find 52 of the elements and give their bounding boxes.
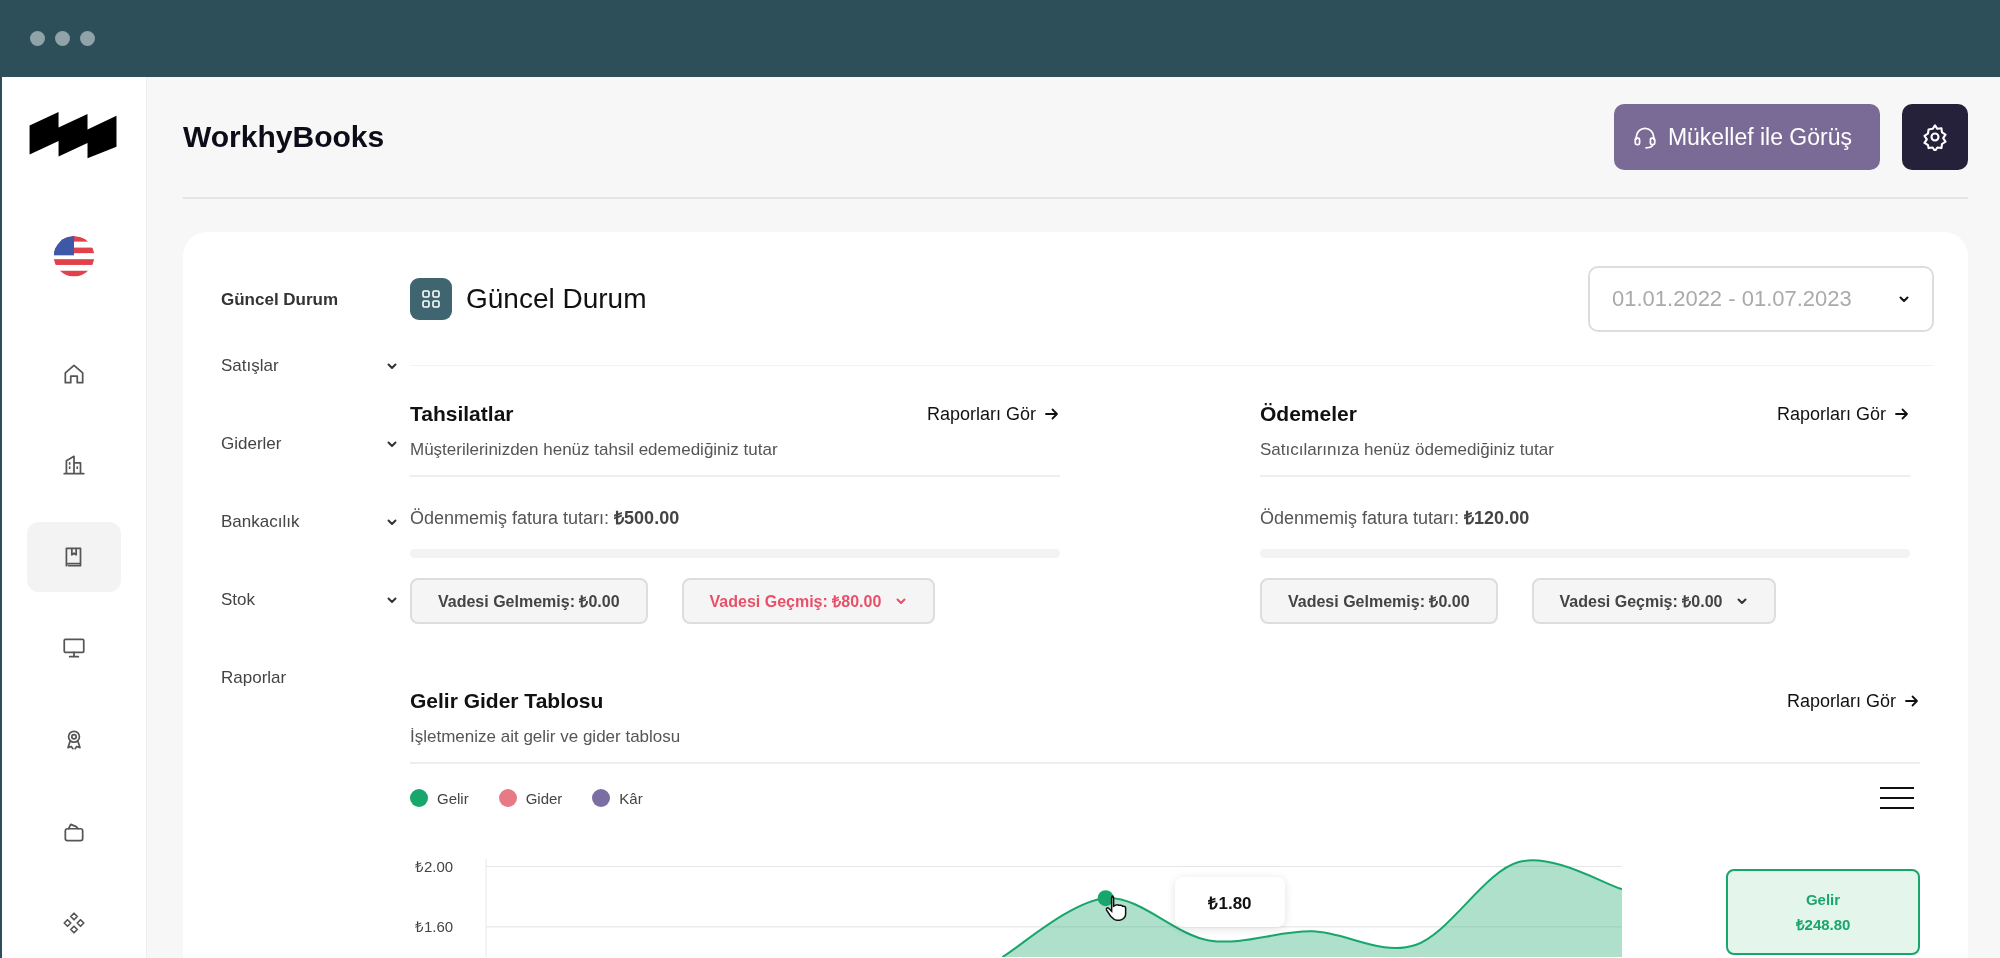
window-dot [30, 31, 45, 46]
hand-cursor-icon [1105, 895, 1127, 921]
flag-icon [53, 236, 95, 277]
reports-link[interactable]: Raporları Gör [1776, 403, 1910, 425]
menu-icon[interactable] [1880, 786, 1914, 810]
window-dot [55, 31, 70, 46]
app-title: WorkhyBooks [183, 120, 386, 154]
due-filter-button[interactable]: Vadesi Gelmemiş: ₺0.00 [1260, 578, 1498, 624]
value-tooltip: ₺1.80 [1175, 877, 1285, 927]
nav-item[interactable]: Raporlar [221, 666, 410, 690]
legend-label: Gelir [437, 789, 469, 807]
section-title: Ödemeler [1260, 402, 1357, 426]
grid-icon [410, 278, 452, 320]
nav-item[interactable]: Satışlar [221, 354, 410, 378]
unpaid-amount: Ödenmemiş fatura tutarı: ₺120.00 [1260, 507, 1531, 529]
window-dot [80, 31, 95, 46]
arrow-right-icon [1894, 406, 1910, 422]
nav-item[interactable]: Bankacılık [221, 510, 410, 534]
reports-link[interactable]: Raporları Gör [926, 403, 1060, 425]
section-subtitle: Müşterilerinizden henüz tahsil edemediğiniz tutar [410, 440, 1060, 477]
summary-value: ₺248.80 [1795, 914, 1851, 934]
chevron-down-icon [386, 594, 398, 606]
section-title: Tahsilatlar [410, 402, 514, 426]
legend-label: Kâr [619, 789, 643, 807]
chevron-down-icon [895, 595, 908, 607]
y-axis-label: ₺1.60 [415, 917, 454, 935]
arrow-right-icon [1044, 406, 1060, 422]
section-title: Gelir Gider Tablosu [410, 689, 604, 713]
chevron-down-icon [1736, 595, 1749, 607]
unpaid-amount: Ödenmemiş fatura tutarı: ₺500.00 [410, 507, 681, 529]
chevron-down-icon [386, 516, 398, 528]
reports-link[interactable]: Raporları Gör [1786, 690, 1920, 712]
section-subtitle: İşletmenize ait gelir ve gider tablosu [410, 727, 1920, 764]
chevron-down-icon [386, 438, 398, 450]
nav-item[interactable]: Güncel Durum [221, 288, 410, 312]
chevron-down-icon [386, 360, 398, 372]
meet-button[interactable]: Mükellef ile Görüş [1613, 104, 1880, 170]
nav-item[interactable]: Stok [221, 588, 410, 612]
y-axis-label: ₺2.00 [415, 857, 454, 875]
due-filter-button[interactable]: Vadesi Geçmiş: ₺0.00 [1531, 578, 1777, 624]
summary-label: Gelir [1805, 890, 1841, 908]
due-filter-button[interactable]: Vadesi Gelmemiş: ₺0.00 [410, 578, 648, 624]
chevron-down-icon [1898, 293, 1910, 305]
page-title: Güncel Durum [466, 283, 648, 315]
section-subtitle: Satıcılarınıza henüz ödemediğiniz tutar [1260, 440, 1910, 477]
arrow-right-icon [1904, 693, 1920, 709]
book-nav-button[interactable] [27, 522, 121, 592]
data-point-marker [1097, 890, 1114, 907]
settings-button[interactable] [1902, 104, 1968, 170]
settings-icon [1921, 123, 1949, 151]
legend-label: Gider [525, 789, 563, 807]
nav-item[interactable]: Giderler [221, 432, 410, 456]
